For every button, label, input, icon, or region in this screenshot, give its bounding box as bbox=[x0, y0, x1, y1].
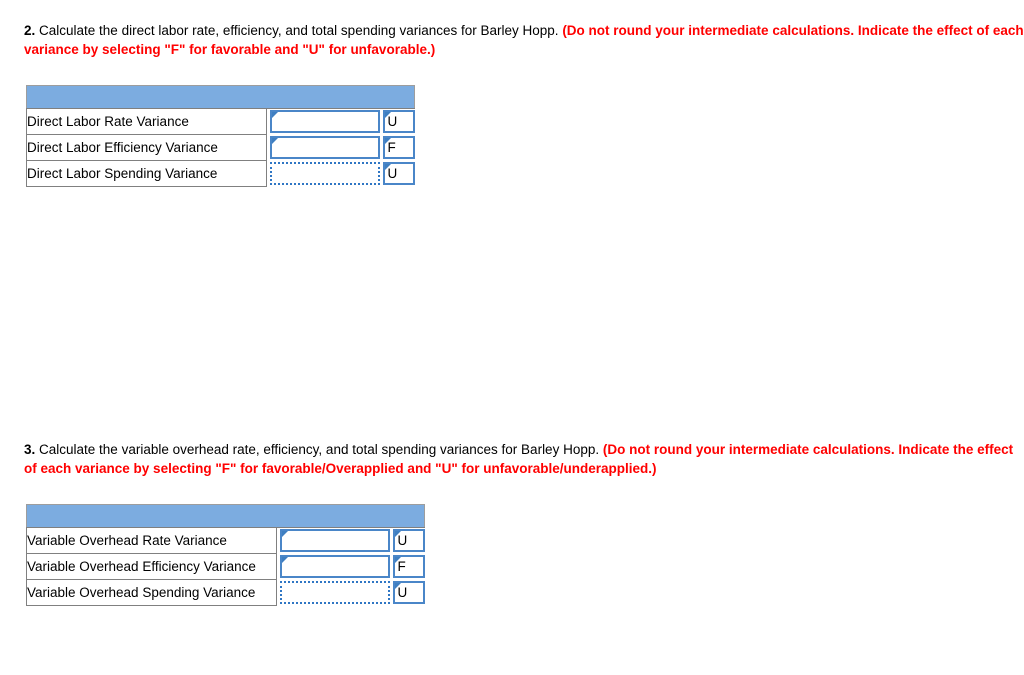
cell-corner-marker-icon bbox=[394, 531, 401, 538]
question-3-prompt: 3. Calculate the variable overhead rate,… bbox=[24, 441, 1020, 478]
effect-select-variable-overhead-efficiency-variance[interactable]: F bbox=[392, 555, 425, 578]
amount-cell bbox=[269, 134, 380, 161]
amount-input-variable-overhead-spending-variance[interactable] bbox=[279, 581, 390, 604]
cell-corner-marker-icon bbox=[271, 112, 278, 119]
question-2-prompt: 2. Calculate the direct labor rate, effi… bbox=[24, 22, 1024, 59]
question-3-number: 3. bbox=[24, 442, 36, 457]
cell-corner-marker-icon bbox=[394, 583, 401, 589]
effect-cell: F bbox=[392, 553, 425, 580]
table-row: Direct Labor Rate Variance U bbox=[26, 108, 415, 135]
cell-corner-marker-icon bbox=[271, 138, 278, 144]
effect-cell: U bbox=[382, 160, 415, 187]
amount-cell bbox=[269, 160, 380, 187]
effect-select-variable-overhead-rate-variance[interactable]: U bbox=[392, 529, 425, 553]
cell-corner-marker-icon bbox=[384, 112, 391, 119]
row-label-direct-labor-spending-variance: Direct Labor Spending Variance bbox=[26, 160, 267, 187]
question-3-text: Calculate the variable overhead rate, ef… bbox=[35, 442, 600, 457]
effect-cell: F bbox=[382, 134, 415, 161]
effect-select-direct-labor-rate-variance[interactable]: U bbox=[382, 110, 415, 134]
row-label-variable-overhead-spending-variance: Variable Overhead Spending Variance bbox=[26, 579, 277, 606]
amount-cell bbox=[279, 527, 390, 554]
row-label-variable-overhead-rate-variance: Variable Overhead Rate Variance bbox=[26, 527, 277, 554]
table-row: Variable Overhead Spending Variance U bbox=[26, 579, 425, 606]
question-2-number: 2. bbox=[24, 23, 36, 38]
amount-input-direct-labor-rate-variance[interactable] bbox=[269, 110, 380, 134]
amount-input-direct-labor-efficiency-variance[interactable] bbox=[269, 136, 380, 159]
cell-corner-marker-icon bbox=[281, 557, 288, 563]
table-header-row bbox=[25, 504, 426, 528]
cell-corner-marker-icon bbox=[384, 138, 391, 144]
effect-select-variable-overhead-spending-variance[interactable]: U bbox=[392, 581, 425, 604]
effect-cell: U bbox=[392, 527, 425, 554]
effect-cell: U bbox=[382, 108, 415, 135]
table-row: Direct Labor Efficiency Variance F bbox=[26, 134, 415, 161]
amount-cell bbox=[269, 108, 380, 135]
amount-input-variable-overhead-efficiency-variance[interactable] bbox=[279, 555, 390, 578]
cell-corner-marker-icon bbox=[384, 164, 391, 170]
effect-select-direct-labor-spending-variance[interactable]: U bbox=[382, 162, 415, 185]
row-label-variable-overhead-efficiency-variance: Variable Overhead Efficiency Variance bbox=[26, 553, 277, 580]
row-label-direct-labor-rate-variance: Direct Labor Rate Variance bbox=[26, 108, 267, 135]
cell-corner-marker-icon bbox=[281, 531, 288, 538]
table-row: Direct Labor Spending Variance U bbox=[26, 160, 415, 187]
table-row: Variable Overhead Efficiency Variance F bbox=[26, 553, 425, 580]
amount-input-variable-overhead-rate-variance[interactable] bbox=[279, 529, 390, 553]
effect-select-direct-labor-efficiency-variance[interactable]: F bbox=[382, 136, 415, 159]
cell-corner-marker-icon bbox=[394, 557, 401, 563]
variable-overhead-variance-table: Variable Overhead Rate Variance U Variab… bbox=[25, 504, 426, 606]
question-2-text: Calculate the direct labor rate, efficie… bbox=[35, 23, 559, 38]
amount-cell bbox=[279, 553, 390, 580]
amount-input-direct-labor-spending-variance[interactable] bbox=[269, 162, 380, 185]
row-label-direct-labor-efficiency-variance: Direct Labor Efficiency Variance bbox=[26, 134, 267, 161]
table-header-row bbox=[25, 85, 416, 109]
effect-cell: U bbox=[392, 579, 425, 606]
table-row: Variable Overhead Rate Variance U bbox=[26, 527, 425, 554]
direct-labor-table-header-bar bbox=[25, 85, 416, 109]
amount-cell bbox=[279, 579, 390, 606]
variable-overhead-table-header-bar bbox=[25, 504, 426, 528]
direct-labor-variance-table: Direct Labor Rate Variance U Direct Labo… bbox=[25, 85, 416, 187]
